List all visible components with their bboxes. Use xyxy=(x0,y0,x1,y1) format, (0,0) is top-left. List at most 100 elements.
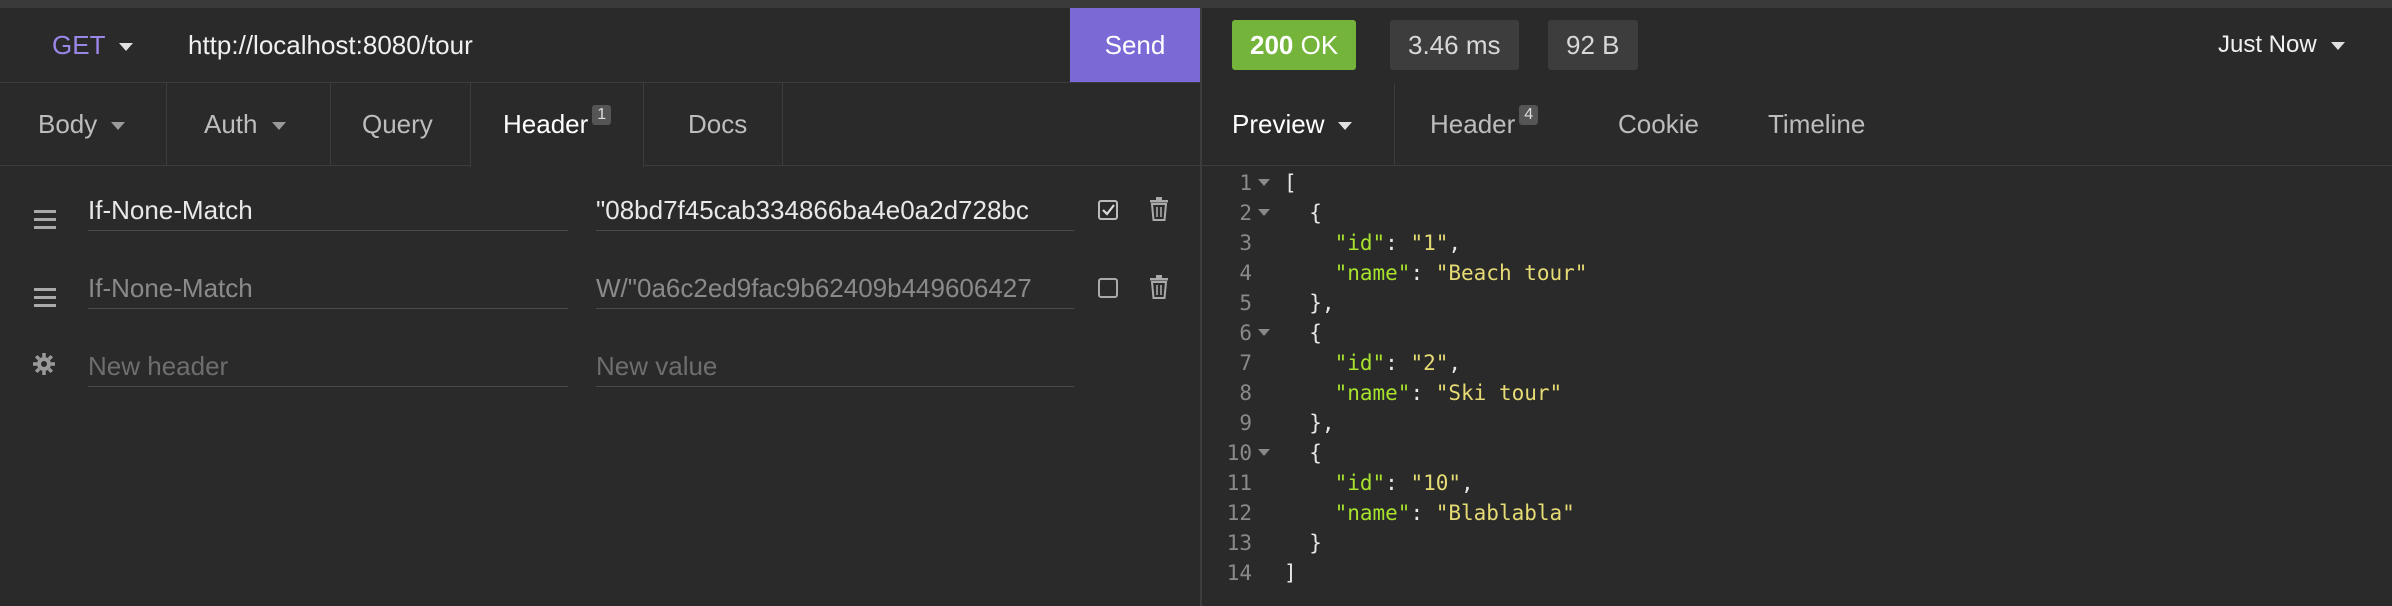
line-number: 3 xyxy=(1239,231,1252,255)
history-dropdown[interactable]: Just Now xyxy=(2218,8,2345,82)
tab-divider xyxy=(1394,83,1395,165)
code-text: }, xyxy=(1284,291,1335,315)
tab-label: Header xyxy=(503,109,589,139)
new-header-value-input[interactable]: New value xyxy=(596,346,1074,387)
url-bar: GET http://localhost:8080/tour Send xyxy=(0,8,1200,83)
new-header-row: New header New value xyxy=(0,344,1200,424)
response-time-badge: 3.46 ms xyxy=(1390,20,1519,70)
drag-handle-icon[interactable] xyxy=(34,210,56,234)
json-key: "id" xyxy=(1334,351,1386,375)
status-badge: 200 OK xyxy=(1232,20,1357,70)
line-number: 2 xyxy=(1239,201,1252,225)
line-number: 7 xyxy=(1239,351,1252,375)
header-row: If-None-Match "08bd7f45cab334866ba4e0a2d… xyxy=(0,184,1200,264)
code-text: "id": "10", xyxy=(1334,471,1474,495)
tab-label: Body xyxy=(38,109,98,139)
code-text: }, xyxy=(1284,411,1335,435)
response-size-badge: 92 B xyxy=(1548,20,1638,70)
tab-header[interactable]: Header 1 xyxy=(470,83,645,167)
header-count-badge: 1 xyxy=(592,105,612,125)
chevron-down-icon xyxy=(111,122,126,131)
fold-arrow-icon[interactable] xyxy=(1258,329,1270,336)
tab-label: Preview xyxy=(1232,109,1325,139)
line-number: 9 xyxy=(1239,411,1252,435)
json-string-value: "10" xyxy=(1410,471,1462,495)
tab-timeline[interactable]: Timeline xyxy=(1768,83,1865,165)
tab-divider xyxy=(330,83,331,165)
tab-label: Timeline xyxy=(1768,109,1866,139)
fold-arrow-icon[interactable] xyxy=(1258,209,1270,216)
tab-label: Cookie xyxy=(1618,109,1699,139)
request-tabs: Body Auth Query Header 1 Docs xyxy=(0,83,1200,167)
window-top-strip xyxy=(0,0,2392,8)
json-key: "name" xyxy=(1334,261,1411,285)
tab-label: Header xyxy=(1430,109,1516,139)
line-number: 8 xyxy=(1239,381,1252,405)
json-key: "name" xyxy=(1334,381,1411,405)
code-text: { xyxy=(1284,441,1322,465)
tab-query[interactable]: Query xyxy=(362,83,433,165)
response-pane: 200 OK 3.46 ms 92 B Just Now Preview Hea… xyxy=(1202,8,2392,606)
json-string-value: "Beach tour" xyxy=(1435,261,1588,285)
json-key: "id" xyxy=(1334,231,1386,255)
url-input[interactable]: http://localhost:8080/tour xyxy=(188,8,473,82)
status-code: 200 xyxy=(1250,30,1294,60)
code-text: "name": "Blablabla" xyxy=(1334,501,1575,525)
header-value-field[interactable]: "08bd7f45cab334866ba4e0a2d728bc xyxy=(596,190,1074,231)
tab-label: Query xyxy=(362,109,433,139)
json-string-value: "2" xyxy=(1410,351,1449,375)
tab-docs[interactable]: Docs xyxy=(688,83,747,165)
header-name-field[interactable]: If-None-Match xyxy=(88,190,568,231)
trash-icon[interactable] xyxy=(1148,196,1170,227)
history-label: Just Now xyxy=(2218,31,2317,58)
line-number: 1 xyxy=(1239,171,1252,195)
fold-arrow-icon[interactable] xyxy=(1258,449,1270,456)
header-enabled-checkbox[interactable] xyxy=(1098,278,1118,298)
tab-label: Docs xyxy=(688,109,748,139)
tab-preview[interactable]: Preview xyxy=(1232,83,1353,165)
header-value-field[interactable]: W/"0a6c2ed9fac9b62409b449606427 xyxy=(596,268,1074,309)
line-number: 13 xyxy=(1226,531,1252,555)
header-count-badge: 4 xyxy=(1519,105,1539,125)
json-string-value: "1" xyxy=(1410,231,1449,255)
status-text: OK xyxy=(1300,30,1339,60)
drag-handle-icon[interactable] xyxy=(34,288,56,312)
tab-cookie[interactable]: Cookie xyxy=(1618,83,1699,165)
trash-icon[interactable] xyxy=(1148,274,1170,305)
new-header-name-input[interactable]: New header xyxy=(88,346,568,387)
json-string-value: "Ski tour" xyxy=(1435,381,1563,405)
fold-arrow-icon[interactable] xyxy=(1258,179,1270,186)
line-number: 12 xyxy=(1226,501,1252,525)
chevron-down-icon xyxy=(271,122,286,131)
code-text: "name": "Beach tour" xyxy=(1334,261,1588,285)
send-button[interactable]: Send xyxy=(1070,8,1200,82)
tab-response-header[interactable]: Header 4 xyxy=(1430,83,1539,165)
response-tabs: Preview Header 4 Cookie Timeline xyxy=(1202,83,2392,166)
method-label: GET xyxy=(52,30,106,60)
code-text: "name": "Ski tour" xyxy=(1334,381,1563,405)
line-number: 11 xyxy=(1226,471,1252,495)
header-name-field[interactable]: If-None-Match xyxy=(88,268,568,309)
method-dropdown[interactable]: GET xyxy=(52,8,134,82)
code-text: { xyxy=(1284,201,1322,225)
tab-body[interactable]: Body xyxy=(38,83,126,165)
chevron-down-icon xyxy=(1338,122,1353,131)
gear-icon[interactable] xyxy=(32,352,56,383)
line-number: 4 xyxy=(1239,261,1252,285)
code-text: { xyxy=(1284,321,1322,345)
tab-divider xyxy=(166,83,167,165)
code-text: "id": "1", xyxy=(1334,231,1462,255)
check-icon xyxy=(1102,204,1115,216)
header-row: If-None-Match W/"0a6c2ed9fac9b62409b4496… xyxy=(0,264,1200,344)
header-enabled-checkbox[interactable] xyxy=(1098,200,1118,220)
code-text: "id": "2", xyxy=(1334,351,1462,375)
code-text: [ xyxy=(1284,171,1297,195)
chevron-down-icon xyxy=(119,43,134,52)
code-text: } xyxy=(1284,531,1322,555)
json-string-value: "Blablabla" xyxy=(1435,501,1575,525)
line-number: 14 xyxy=(1226,561,1252,585)
line-number: 6 xyxy=(1239,321,1252,345)
line-number: 10 xyxy=(1226,441,1252,465)
tab-label: Auth xyxy=(204,109,258,139)
tab-auth[interactable]: Auth xyxy=(204,83,286,165)
